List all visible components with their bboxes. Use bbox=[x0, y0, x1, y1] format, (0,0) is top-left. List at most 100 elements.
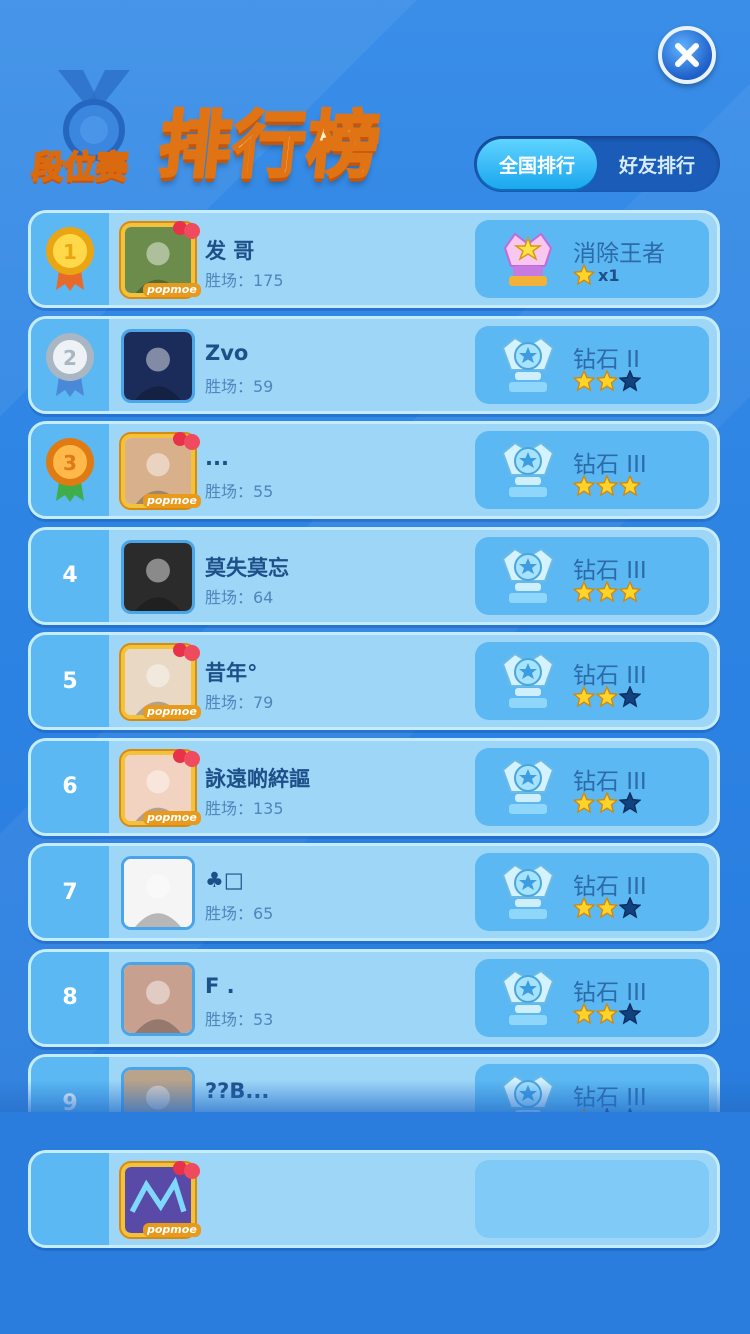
leaderboard-row[interactable]: 7 ♣□ 胜场：65 钻石 III bbox=[28, 843, 720, 941]
wins-count: 胜场：55 bbox=[205, 482, 274, 501]
rank-number: 8 bbox=[62, 985, 78, 1010]
king-trophy-icon bbox=[503, 232, 553, 286]
hearts-icon bbox=[173, 221, 200, 239]
rank-tier-panel: 钻石 III bbox=[475, 536, 709, 615]
star-empty-icon bbox=[619, 791, 641, 813]
leaderboard-row[interactable]: 4 莫失莫忘 胜场：64 钻石 III bbox=[28, 526, 720, 625]
star-filled-icon bbox=[596, 369, 618, 391]
star-filled-icon bbox=[573, 686, 595, 708]
tab-national[interactable]: 全国排行 bbox=[477, 139, 597, 189]
tier-stars bbox=[573, 897, 641, 919]
diamond-trophy-icon bbox=[501, 441, 555, 497]
rank-cell: 3 bbox=[31, 424, 109, 516]
gold-medal-icon: 1 bbox=[46, 227, 94, 291]
star-filled-icon bbox=[596, 686, 618, 708]
svg-text:1: 1 bbox=[63, 240, 77, 264]
popmoe-badge: popmoe bbox=[143, 283, 201, 297]
rank-number: 4 bbox=[62, 563, 78, 588]
tab-friends[interactable]: 好友排行 bbox=[597, 139, 717, 189]
wins-count: 胜场：79 bbox=[205, 693, 274, 712]
avatar-image bbox=[124, 964, 192, 1033]
star-filled-icon bbox=[596, 897, 618, 919]
silver-medal-icon: 2 bbox=[46, 332, 94, 397]
rank-tier-title: 钻石 II bbox=[573, 346, 640, 373]
ranking-tabs: 全国排行 好友排行 bbox=[474, 136, 720, 192]
tier-stars: x1 bbox=[573, 264, 619, 286]
star-filled-icon bbox=[596, 580, 618, 602]
popmoe-badge: popmoe bbox=[143, 494, 201, 508]
rank-tier-panel: 钻石 III bbox=[475, 642, 709, 720]
leaderboard-row[interactable]: 6 popmoe 詠遠啲綷謳 胜场：135 钻石 III bbox=[28, 737, 720, 836]
star-empty-icon bbox=[619, 686, 641, 708]
hearts-icon bbox=[173, 432, 200, 450]
tier-stars bbox=[573, 791, 641, 814]
diamond-trophy-icon bbox=[501, 758, 555, 814]
star-filled-icon bbox=[573, 1002, 595, 1024]
leaderboard-row[interactable]: 2 Zvo 胜场：59 钻石 II bbox=[28, 315, 720, 414]
diamond-trophy-icon bbox=[501, 863, 555, 919]
close-button[interactable] bbox=[658, 26, 716, 84]
player-name: 詠遠啲綷謳 bbox=[205, 766, 310, 791]
popmoe-badge: popmoe bbox=[143, 1223, 201, 1237]
star-filled-icon bbox=[596, 1002, 618, 1024]
leaderboard-row[interactable]: 8 F . 胜场：53 钻石 III bbox=[28, 948, 720, 1047]
player-avatar[interactable] bbox=[121, 961, 195, 1036]
avatar-image bbox=[124, 542, 192, 611]
rank-tier-title: 钻石 III bbox=[573, 874, 647, 900]
rank-tier-panel: 消除王者 x1 bbox=[475, 220, 709, 298]
star-count: x1 bbox=[598, 265, 620, 285]
player-name: ♣□ bbox=[205, 868, 244, 892]
leaderboard-row[interactable]: 5 popmoe 昔年° 胜场：79 钻石 III bbox=[28, 632, 720, 730]
tier-stars bbox=[573, 580, 641, 603]
svg-text:2: 2 bbox=[63, 346, 77, 370]
rank-tier-panel: 钻石 III bbox=[475, 747, 709, 826]
rank-tier-panel: 钻石 III bbox=[475, 431, 709, 509]
player-name: 发 哥 bbox=[205, 239, 255, 263]
bronze-medal-icon: 3 bbox=[46, 438, 94, 502]
wins-count: 胜场：53 bbox=[205, 1009, 274, 1029]
wins-count: 胜场：59 bbox=[205, 376, 274, 396]
popmoe-badge: popmoe bbox=[143, 810, 201, 825]
rank-cell: 7 bbox=[31, 846, 109, 938]
close-icon bbox=[675, 43, 699, 67]
wins-count: 胜场：65 bbox=[205, 904, 274, 923]
rank-tier-title: 钻石 III bbox=[573, 452, 647, 478]
rank-cell: 5 bbox=[31, 635, 109, 727]
my-rank-row[interactable]: popmoe bbox=[28, 1150, 720, 1248]
my-rank-panel bbox=[475, 1160, 709, 1238]
tier-stars bbox=[573, 475, 641, 497]
diamond-trophy-icon bbox=[501, 652, 555, 708]
star-filled-icon bbox=[619, 475, 641, 497]
star-filled-icon bbox=[573, 580, 595, 602]
rank-tier-title: 消除王者 bbox=[573, 241, 665, 267]
player-name: F . bbox=[205, 973, 235, 998]
player-avatar[interactable] bbox=[121, 539, 195, 614]
list-fade bbox=[0, 1080, 750, 1114]
rank-tier-panel: 钻石 III bbox=[475, 853, 709, 931]
player-name: 莫失莫忘 bbox=[205, 555, 289, 580]
rank-cell: 2 bbox=[31, 318, 109, 411]
star-empty-icon bbox=[619, 369, 641, 391]
star-empty-icon bbox=[619, 897, 641, 919]
rank-cell: 4 bbox=[31, 529, 109, 622]
tier-stars bbox=[573, 686, 641, 708]
leaderboard-row[interactable]: 1 popmoe 发 哥胜场：175 消除王者 x1 bbox=[28, 210, 720, 308]
star-filled-icon bbox=[573, 475, 595, 497]
rank-tier-title: 钻石 III bbox=[573, 768, 647, 795]
star-empty-icon bbox=[619, 1002, 641, 1024]
player-avatar[interactable] bbox=[121, 328, 195, 403]
star-filled-icon bbox=[573, 264, 595, 286]
rank-tier-panel: 钻石 II bbox=[475, 325, 709, 404]
my-rank-cell bbox=[31, 1153, 109, 1245]
leaderboard-row[interactable]: 3 popmoe... 胜场：55 钻石 III bbox=[28, 421, 720, 519]
tier-stars bbox=[573, 1002, 641, 1025]
tier-stars bbox=[573, 369, 641, 392]
leaderboard-list[interactable]: 1 popmoe 发 哥胜场：175 消除王者 x1 2 Zvo 胜场：59 钻石 … bbox=[28, 210, 720, 1112]
diamond-trophy-icon bbox=[501, 336, 555, 392]
rank-tier-title: 钻石 III bbox=[573, 557, 647, 584]
hearts-icon bbox=[173, 1161, 200, 1179]
star-filled-icon bbox=[619, 580, 641, 602]
player-avatar[interactable] bbox=[121, 856, 195, 930]
popmoe-badge: popmoe bbox=[143, 705, 201, 719]
rank-cell: 8 bbox=[31, 951, 109, 1044]
